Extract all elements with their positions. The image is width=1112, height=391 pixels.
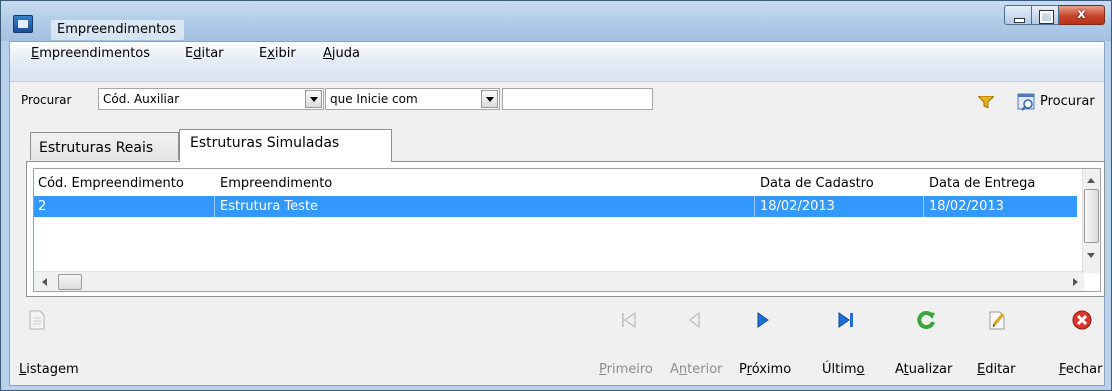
scroll-left-icon[interactable] <box>42 278 47 286</box>
search-mode-value: que Inicie com <box>330 92 418 106</box>
menu-ajuda[interactable]: Ajuda <box>323 46 360 61</box>
column-header-data-entrega[interactable]: Data de Entrega <box>929 176 1035 191</box>
proximo-button[interactable]: Próximo <box>732 300 802 386</box>
button-label: Editar <box>977 362 1016 377</box>
button-label: Último <box>822 362 865 377</box>
tab-label: Estruturas Reais <box>39 140 154 156</box>
main-window: Empreendimentos x Empreendimentos Editar… <box>0 0 1112 391</box>
horizontal-scrollbar[interactable] <box>34 271 1084 291</box>
title-bar[interactable]: Empreendimentos x <box>1 1 1111 41</box>
window-controls: x <box>1004 5 1105 25</box>
refresh-icon <box>917 311 935 330</box>
editar-button[interactable]: Editar <box>965 300 1030 386</box>
chevron-down-icon[interactable] <box>305 90 322 108</box>
close-window-button[interactable]: x <box>1059 5 1105 25</box>
primeiro-button[interactable]: Primeiro <box>592 300 662 386</box>
tab-strip: Estruturas Reais Estruturas Simuladas <box>10 112 1104 162</box>
bottom-toolbar: Listagem Primeiro Anterior Próximo Últim… <box>10 300 1104 386</box>
listagem-button[interactable]: Listagem <box>10 300 80 386</box>
button-label: Listagem <box>19 362 79 377</box>
search-label: Procurar <box>21 93 72 107</box>
button-label: Atualizar <box>895 362 953 377</box>
app-icon <box>13 15 33 33</box>
grid-header: Cód. Empreendimento Empreendimento Data … <box>34 169 1084 195</box>
column-header-empreendimento[interactable]: Empreendimento <box>220 176 332 191</box>
search-field-value: Cód. Auxiliar <box>103 92 180 106</box>
close-icon <box>1072 310 1092 330</box>
minimize-button[interactable] <box>1004 5 1032 25</box>
scroll-right-icon[interactable] <box>1073 278 1078 286</box>
next-record-icon <box>757 312 769 328</box>
button-label: Fechar <box>1059 362 1103 377</box>
scroll-up-icon[interactable] <box>1087 178 1095 183</box>
previous-record-icon <box>689 311 700 329</box>
fechar-button[interactable]: Fechar <box>1035 300 1105 386</box>
search-field-combo[interactable]: Cód. Auxiliar <box>98 88 324 110</box>
scroll-thumb[interactable] <box>58 274 82 290</box>
cell-data-entrega: 18/02/2013 <box>929 199 1004 214</box>
tab-estruturas-reais[interactable]: Estruturas Reais <box>30 132 179 160</box>
search-mode-combo[interactable]: que Inicie com <box>325 88 500 110</box>
filter-icon[interactable] <box>978 96 994 108</box>
button-label: Primeiro <box>599 362 653 377</box>
last-record-icon <box>838 312 853 328</box>
button-label: Próximo <box>739 362 792 377</box>
first-record-icon <box>622 312 636 328</box>
tab-panel: Cód. Empreendimento Empreendimento Data … <box>26 161 1105 297</box>
cell-data-cadastro: 18/02/2013 <box>760 199 835 214</box>
maximize-button[interactable] <box>1032 5 1059 25</box>
tab-estruturas-simuladas[interactable]: Estruturas Simuladas <box>179 129 392 162</box>
window-title: Empreendimentos <box>51 20 185 40</box>
close-icon: x <box>1077 7 1086 22</box>
menu-exibir[interactable]: Exibir <box>259 46 296 61</box>
menu-bar: Empreendimentos Editar Exibir Ajuda <box>10 42 1104 82</box>
search-button[interactable]: Procurar <box>1040 94 1095 109</box>
button-label: Anterior <box>670 362 723 377</box>
ultimo-button[interactable]: Último <box>815 300 875 386</box>
search-icon[interactable] <box>1017 92 1037 112</box>
document-list-icon <box>29 310 45 330</box>
client-area: Empreendimentos Editar Exibir Ajuda Proc… <box>9 41 1105 386</box>
column-header-cod[interactable]: Cód. Empreendimento <box>38 176 184 191</box>
chevron-down-icon[interactable] <box>481 90 498 108</box>
menu-empreendimentos[interactable]: Empreendimentos <box>31 46 150 61</box>
tab-label: Estruturas Simuladas <box>190 135 340 151</box>
data-grid[interactable]: Cód. Empreendimento Empreendimento Data … <box>33 168 1101 292</box>
cell-empreendimento: Estrutura Teste <box>220 199 319 214</box>
menu-editar[interactable]: Editar <box>185 46 224 61</box>
cell-cod: 2 <box>38 199 47 214</box>
anterior-button[interactable]: Anterior <box>662 300 732 386</box>
scroll-down-icon[interactable] <box>1087 253 1095 258</box>
column-header-data-cadastro[interactable]: Data de Cadastro <box>760 176 874 191</box>
vertical-scrollbar[interactable] <box>1082 169 1100 273</box>
atualizar-button[interactable]: Atualizar <box>885 300 965 386</box>
table-row[interactable]: 2 Estrutura Teste 18/02/2013 18/02/2013 <box>34 196 1077 217</box>
scroll-thumb[interactable] <box>1084 189 1099 243</box>
search-bar: Procurar Cód. Auxiliar que Inicie com Pr… <box>10 82 1104 112</box>
edit-icon <box>989 311 1005 330</box>
search-input[interactable] <box>502 88 653 110</box>
